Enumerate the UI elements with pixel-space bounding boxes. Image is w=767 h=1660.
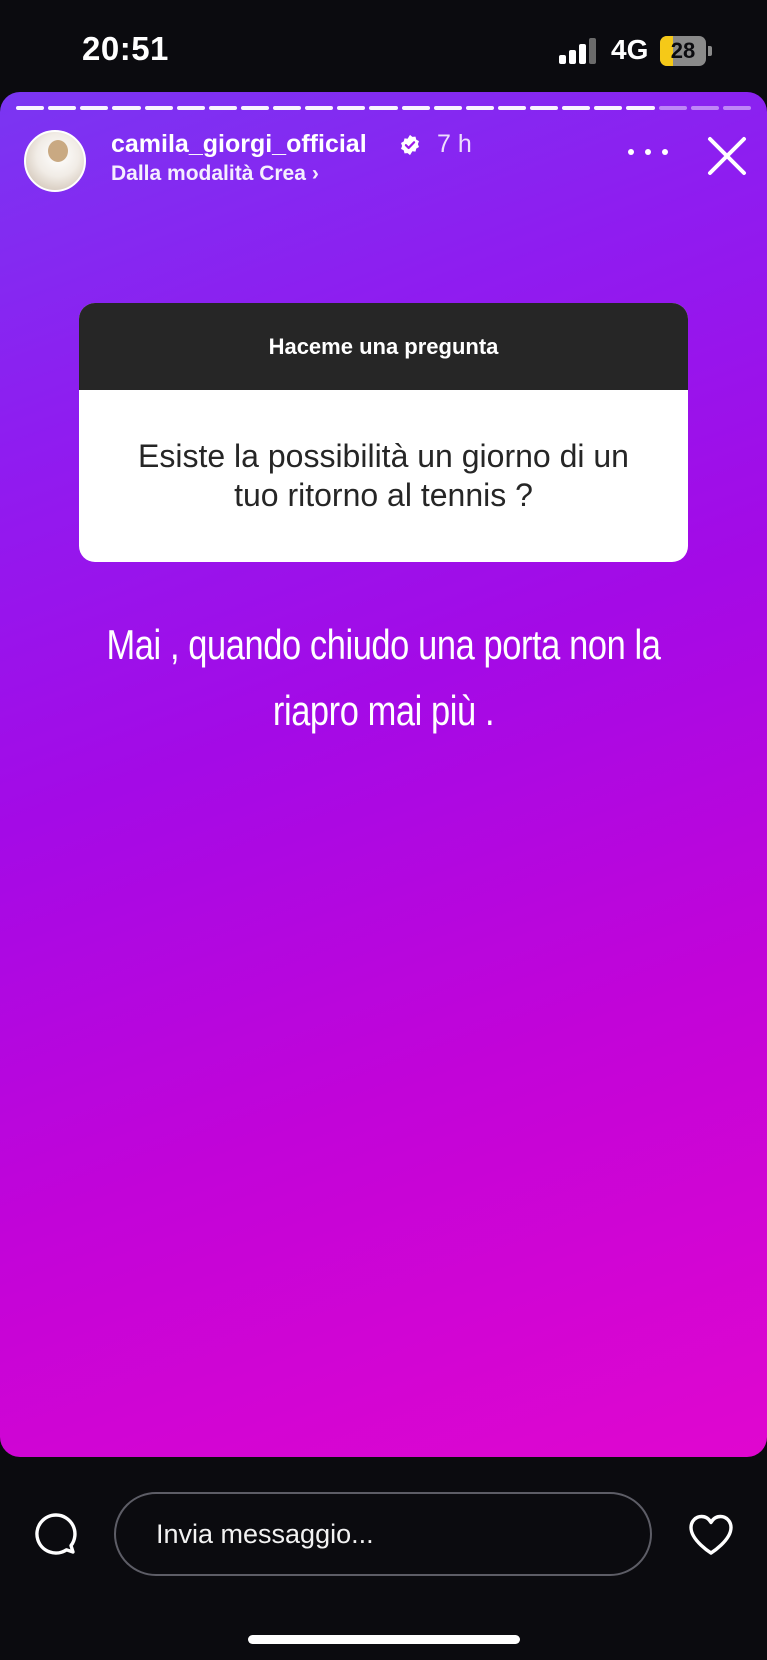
story-progress-segment: [80, 106, 109, 110]
cellular-signal-icon: [559, 38, 601, 64]
more-options-button[interactable]: [628, 140, 668, 164]
chevron-right-icon: ›: [311, 162, 319, 185]
story-progress-segment: [176, 106, 205, 110]
story-progress-segment: [144, 106, 173, 110]
battery-icon: 28: [660, 36, 712, 66]
more-horizontal-icon: [628, 149, 634, 155]
story-progress-segment: [497, 106, 526, 110]
story-progress-segment: [690, 106, 719, 110]
story-progress-segment: [273, 106, 302, 110]
story-progress-segment: [305, 106, 334, 110]
camera-icon[interactable]: [33, 1511, 79, 1557]
heart-icon[interactable]: [687, 1513, 735, 1557]
home-indicator[interactable]: [248, 1635, 520, 1644]
story-progress-segment: [658, 106, 687, 110]
verified-badge-icon: [401, 134, 419, 156]
status-time: 20:51: [82, 30, 169, 67]
battery-percentage: 28: [670, 38, 696, 63]
story-progress-segment: [401, 106, 430, 110]
story-answer-text: Mai , quando chiudo una porta non la ria…: [106, 621, 661, 734]
story-progress-segment: [337, 106, 366, 110]
create-mode-link[interactable]: Dalla modalità Crea ›: [111, 162, 319, 186]
story-progress-segment: [433, 106, 462, 110]
story-progress-segment: [240, 106, 269, 110]
story-progress-segment: [465, 106, 494, 110]
story-username[interactable]: camila_giorgi_official: [111, 130, 367, 159]
story-progress-segment: [112, 106, 141, 110]
story-progress-segment: [530, 106, 559, 110]
story-progress-segment: [722, 106, 751, 110]
story-progress-segment: [562, 106, 591, 110]
story-progress-segment: [208, 106, 237, 110]
story-card[interactable]: camila_giorgi_official 7 h Dalla modalit…: [0, 92, 767, 1457]
instagram-story-screen: 20:51 4G 28 camila_giorgi_official 7 h D…: [0, 0, 767, 1660]
story-progress-segment: [369, 106, 398, 110]
close-icon[interactable]: [705, 134, 749, 178]
story-time-ago: 7 h: [437, 130, 472, 158]
avatar[interactable]: [24, 130, 86, 192]
story-progress-bar: [16, 106, 751, 112]
story-progress-segment: [48, 106, 77, 110]
story-progress-segment: [626, 106, 655, 110]
question-sticker-header: Haceme una pregunta: [79, 303, 688, 390]
question-sticker-text: Esiste la possibilità un giorno di un tu…: [138, 438, 629, 513]
network-type: 4G: [611, 34, 649, 65]
story-progress-segment: [16, 106, 45, 110]
status-bar: 20:51 4G 28: [0, 0, 767, 92]
create-mode-label: Dalla modalità Crea: [111, 162, 306, 185]
story-progress-segment: [594, 106, 623, 110]
question-sticker[interactable]: Haceme una pregunta Esiste la possibilit…: [79, 303, 688, 562]
message-input[interactable]: [114, 1492, 652, 1576]
